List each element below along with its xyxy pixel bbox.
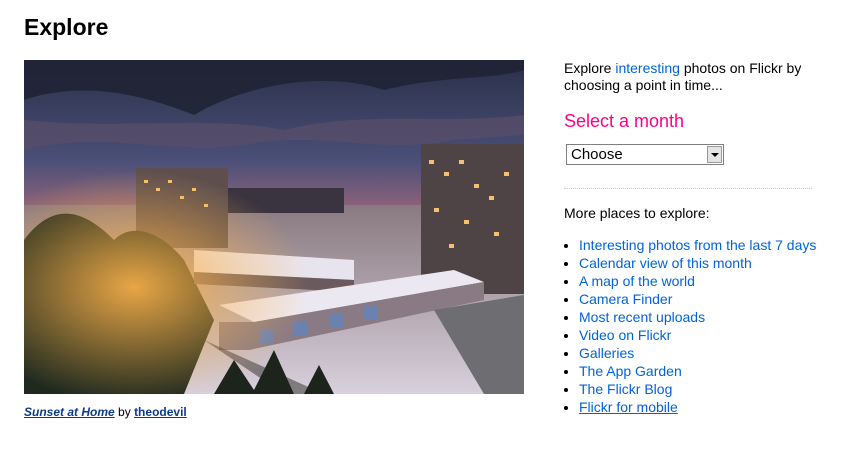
page-title: Explore xyxy=(24,14,109,40)
list-item: Video on Flickr xyxy=(579,326,816,344)
link-camera-finder[interactable]: Camera Finder xyxy=(579,291,672,307)
link-world-map[interactable]: A map of the world xyxy=(579,273,695,289)
photo-caption: Sunset at Home by theodevil xyxy=(24,405,187,419)
featured-photo[interactable] xyxy=(24,60,524,394)
select-month-heading: Select a month xyxy=(564,111,685,131)
month-select-value: Choose xyxy=(571,146,623,163)
list-item: Flickr for mobile xyxy=(579,398,816,416)
link-recent-uploads[interactable]: Most recent uploads xyxy=(579,309,705,325)
link-flickr-blog[interactable]: The Flickr Blog xyxy=(579,381,672,397)
link-galleries[interactable]: Galleries xyxy=(579,345,634,361)
section-divider xyxy=(564,188,812,189)
photo-author-link[interactable]: theodevil xyxy=(134,405,187,419)
link-app-garden[interactable]: The App Garden xyxy=(579,363,682,379)
month-select[interactable]: Choose xyxy=(566,144,724,165)
list-item: Galleries xyxy=(579,344,816,362)
list-item: Interesting photos from the last 7 days xyxy=(579,236,816,254)
list-item: Most recent uploads xyxy=(579,308,816,326)
more-places-list: Interesting photos from the last 7 days … xyxy=(564,236,816,416)
photo-title-link[interactable]: Sunset at Home xyxy=(24,405,115,419)
list-item: The App Garden xyxy=(579,362,816,380)
list-item: The Flickr Blog xyxy=(579,380,816,398)
more-places-heading: More places to explore: xyxy=(564,205,710,221)
list-item: Camera Finder xyxy=(579,290,816,308)
link-video[interactable]: Video on Flickr xyxy=(579,327,671,343)
link-flickr-mobile[interactable]: Flickr for mobile xyxy=(579,399,678,415)
chevron-down-icon[interactable] xyxy=(707,146,722,163)
link-interesting-last-7-days[interactable]: Interesting photos from the last 7 days xyxy=(579,237,816,253)
list-item: A map of the world xyxy=(579,272,816,290)
intro-text-start: Explore xyxy=(564,60,612,76)
list-item: Calendar view of this month xyxy=(579,254,816,272)
explore-intro: Explore interesting photos on Flickr by … xyxy=(564,60,834,94)
caption-by-text: by xyxy=(118,405,131,419)
interesting-link[interactable]: interesting xyxy=(615,60,680,76)
link-calendar-view[interactable]: Calendar view of this month xyxy=(579,255,752,271)
